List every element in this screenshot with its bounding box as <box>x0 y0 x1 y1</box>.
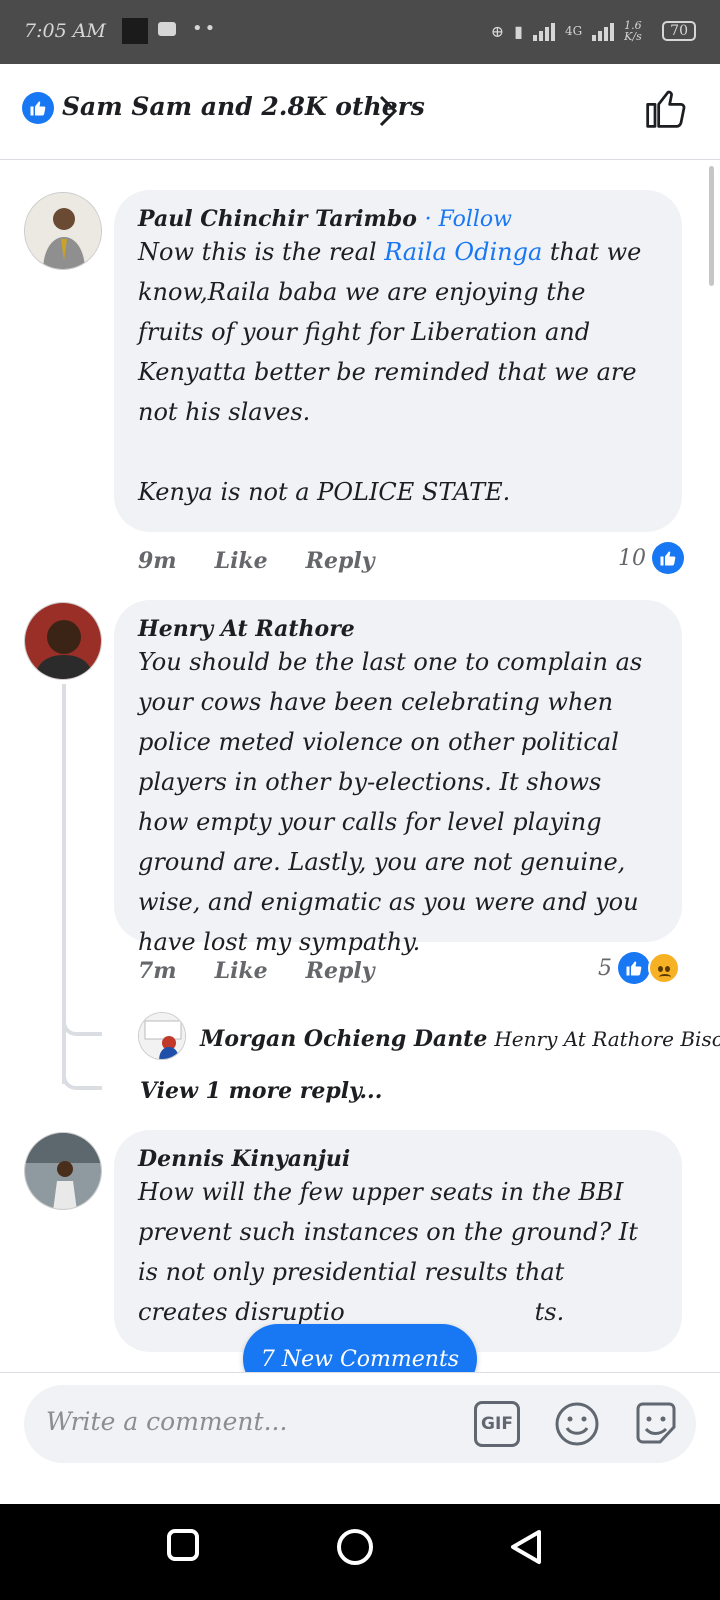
signal-2-icon <box>592 21 615 41</box>
status-indicators: ⊕ ▮ 4G 1.6 K/s 70 <box>491 20 696 42</box>
reply-button[interactable]: Reply <box>306 548 375 574</box>
thread-connector <box>62 1054 102 1090</box>
more-notifications-icon: •• <box>192 18 218 39</box>
comment-text: Now this is the real Raila Odinga that w… <box>138 238 642 506</box>
status-time: 7:05 AM <box>24 20 106 42</box>
battery-icon: 70 <box>662 21 696 41</box>
vibrate-icon: ▮ <box>514 21 523 41</box>
comment-text: How will the few upper seats in the BBI … <box>138 1178 646 1326</box>
like-outline-icon[interactable] <box>644 86 688 130</box>
comment-time: 7m <box>138 958 177 984</box>
reply-preview[interactable]: Morgan Ochieng Dante Henry At Rathore Bi… <box>200 1026 720 1052</box>
sad-reaction-icon <box>648 952 680 984</box>
reaction-summary[interactable]: 5 <box>598 952 680 984</box>
sticker-icon[interactable] <box>632 1399 680 1447</box>
comment-author[interactable]: Henry At Rathore <box>138 616 658 642</box>
comments-sheet: Sam Sam and 2.8K others Paul Chinchir Ta… <box>0 64 720 1504</box>
comment-input[interactable]: Write a comment... GIF <box>24 1385 696 1463</box>
avatar[interactable] <box>24 1132 102 1210</box>
message-notification-icon <box>158 22 176 36</box>
comment-bubble[interactable]: Henry At Rathore You should be the last … <box>114 600 682 956</box>
reply-button[interactable]: Reply <box>306 958 375 984</box>
comment-bubble[interactable]: Paul Chinchir Tarimbo · Follow Now this … <box>114 190 682 532</box>
comment-time: 9m <box>138 548 177 574</box>
app-notification-icon <box>122 18 148 44</box>
like-reaction-icon <box>652 542 684 574</box>
reply-snippet: Henry At Rathore Bisop..... <box>494 1027 720 1051</box>
like-reaction-icon <box>22 92 54 124</box>
comment-actions: 7m Like Reply <box>138 958 374 984</box>
network-speed: 1.6 K/s <box>624 19 642 43</box>
comment-actions: 9m Like Reply <box>138 548 374 574</box>
avatar[interactable] <box>24 192 102 270</box>
back-button[interactable] <box>508 1528 544 1566</box>
gif-button[interactable]: GIF <box>474 1401 520 1447</box>
reactors-summary[interactable]: Sam Sam and 2.8K others <box>62 92 425 121</box>
avatar[interactable] <box>24 602 102 680</box>
comment-text: You should be the last one to complain a… <box>138 648 650 956</box>
reaction-count: 5 <box>598 955 612 981</box>
comment-bubble[interactable]: Dennis Kinyanjui How will the few upper … <box>114 1130 682 1352</box>
comment-author[interactable]: Paul Chinchir Tarimbo · Follow <box>138 206 658 232</box>
emoji-icon[interactable] <box>554 1401 600 1447</box>
reactions-header[interactable]: Sam Sam and 2.8K others <box>0 64 720 160</box>
thread-connector <box>62 1004 102 1036</box>
network-type: 4G <box>564 24 583 38</box>
reaction-count: 10 <box>618 545 646 571</box>
comment-composer-bar: Write a comment... GIF <box>0 1372 720 1476</box>
chevron-right-icon[interactable] <box>378 94 398 128</box>
comment-placeholder: Write a comment... <box>46 1407 288 1436</box>
home-button[interactable] <box>336 1528 374 1566</box>
scrollbar[interactable] <box>709 166 714 286</box>
reaction-summary[interactable]: 10 <box>618 542 684 574</box>
reply-author[interactable]: Morgan Ochieng Dante <box>200 1026 487 1052</box>
like-button[interactable]: Like <box>215 958 268 984</box>
avatar[interactable] <box>138 1012 186 1060</box>
system-nav-bar <box>0 1504 720 1600</box>
data-saver-icon: ⊕ <box>490 21 505 41</box>
view-more-replies-link[interactable]: View 1 more reply... <box>140 1078 382 1104</box>
follow-link[interactable]: · Follow <box>425 207 512 232</box>
status-bar: 7:05 AM •• ⊕ ▮ 4G 1.6 K/s 70 <box>0 0 720 64</box>
recent-apps-button[interactable] <box>166 1528 200 1562</box>
comment-author[interactable]: Dennis Kinyanjui <box>138 1146 658 1172</box>
like-reaction-icon <box>618 952 650 984</box>
signal-icon <box>532 21 555 41</box>
mention-link[interactable]: Raila Odinga <box>384 238 542 266</box>
like-button[interactable]: Like <box>215 548 268 574</box>
